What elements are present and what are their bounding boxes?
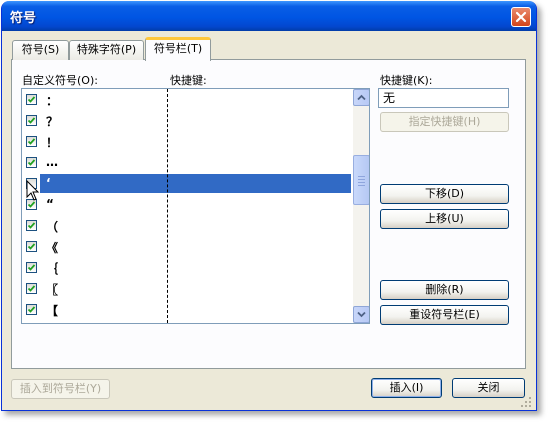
check-icon bbox=[27, 264, 36, 271]
item-checkbox[interactable] bbox=[26, 157, 37, 168]
list-item[interactable]: 【 bbox=[22, 299, 353, 320]
item-checkbox[interactable] bbox=[26, 241, 37, 252]
item-checkbox[interactable] bbox=[26, 262, 37, 273]
symbol-char: ！ bbox=[46, 136, 59, 150]
delete-button[interactable]: 删除(R) bbox=[380, 280, 509, 300]
selection-highlight bbox=[40, 174, 351, 193]
custom-symbols-list[interactable]: ： ？ ！ … ‘ “ （ 《 ｛ 〖【 bbox=[21, 88, 370, 324]
move-down-button[interactable]: 下移(D) bbox=[380, 184, 509, 204]
window-close-button[interactable] bbox=[511, 7, 531, 27]
tab-symbol-bar[interactable]: 符号栏(T) bbox=[145, 37, 211, 61]
symbol-char: 【 bbox=[46, 304, 59, 318]
symbol-char: （ bbox=[46, 220, 59, 234]
assign-shortcut-button[interactable]: 指定快捷键(H) bbox=[380, 112, 509, 132]
shortcut-key-input[interactable]: 无 bbox=[378, 88, 509, 108]
list-item[interactable]: 〖 bbox=[22, 278, 353, 299]
symbol-char: “ bbox=[46, 197, 54, 211]
custom-symbols-label: 自定义符号(O): bbox=[22, 74, 98, 87]
symbol-char: … bbox=[46, 155, 58, 169]
list-item[interactable]: “ bbox=[22, 194, 353, 215]
close-icon bbox=[515, 11, 527, 23]
scroll-down-button[interactable] bbox=[353, 306, 369, 323]
insert-button[interactable]: 插入(I) bbox=[371, 378, 442, 398]
list-item[interactable]: … bbox=[22, 152, 353, 173]
list-item[interactable]: ？ bbox=[22, 110, 353, 131]
move-up-button[interactable]: 上移(U) bbox=[380, 209, 509, 229]
resize-grip-icon[interactable] bbox=[520, 396, 532, 408]
symbol-char: ｛ bbox=[46, 262, 59, 276]
item-checkbox[interactable] bbox=[26, 304, 37, 315]
item-checkbox[interactable] bbox=[26, 94, 37, 105]
tab-special-characters[interactable]: 特殊字符(P) bbox=[69, 40, 144, 60]
list-scrollbar[interactable] bbox=[353, 89, 369, 323]
check-icon bbox=[27, 306, 36, 313]
list-item[interactable]: 《 bbox=[22, 236, 353, 257]
window-title: 符号 bbox=[10, 11, 37, 26]
check-icon bbox=[27, 243, 36, 250]
list-item[interactable]: ‘ bbox=[22, 173, 353, 194]
symbol-char: 〖 bbox=[46, 283, 59, 297]
shortcut-key-label: 快捷键(K): bbox=[380, 74, 433, 87]
scroll-thumb[interactable] bbox=[353, 155, 369, 205]
list-item[interactable]: ！ bbox=[22, 131, 353, 152]
item-checkbox[interactable] bbox=[26, 115, 37, 126]
tab-symbols[interactable]: 符号(S) bbox=[12, 40, 69, 60]
symbol-char: 《 bbox=[46, 241, 59, 255]
column-separator bbox=[167, 89, 168, 323]
check-icon bbox=[27, 222, 36, 229]
item-checkbox[interactable] bbox=[26, 283, 37, 294]
reset-symbol-bar-button[interactable]: 重设符号栏(E) bbox=[380, 305, 509, 325]
list-item[interactable]: （ bbox=[22, 215, 353, 236]
check-icon bbox=[27, 138, 36, 145]
scroll-up-button[interactable] bbox=[353, 89, 369, 106]
shortcut-column-label: 快捷键: bbox=[170, 74, 207, 87]
check-icon bbox=[27, 159, 36, 166]
symbol-char: ： bbox=[46, 94, 59, 108]
check-icon bbox=[27, 117, 36, 124]
chevron-up-icon bbox=[357, 94, 366, 101]
title-bar[interactable]: 符号 bbox=[2, 1, 536, 31]
check-icon bbox=[27, 96, 36, 103]
symbol-char: ‘ bbox=[46, 176, 51, 190]
list-item[interactable]: ： bbox=[22, 89, 353, 110]
item-checkbox[interactable] bbox=[26, 136, 37, 147]
symbol-char: ？ bbox=[46, 115, 59, 129]
list-item[interactable]: ｛ bbox=[22, 257, 353, 278]
insert-to-symbol-bar-button[interactable]: 插入到符号栏(Y) bbox=[11, 379, 110, 399]
chevron-down-icon bbox=[357, 311, 366, 318]
mouse-cursor-icon bbox=[26, 180, 40, 201]
close-button[interactable]: 关闭 bbox=[452, 378, 525, 398]
check-icon bbox=[27, 285, 36, 292]
item-checkbox[interactable] bbox=[26, 220, 37, 231]
